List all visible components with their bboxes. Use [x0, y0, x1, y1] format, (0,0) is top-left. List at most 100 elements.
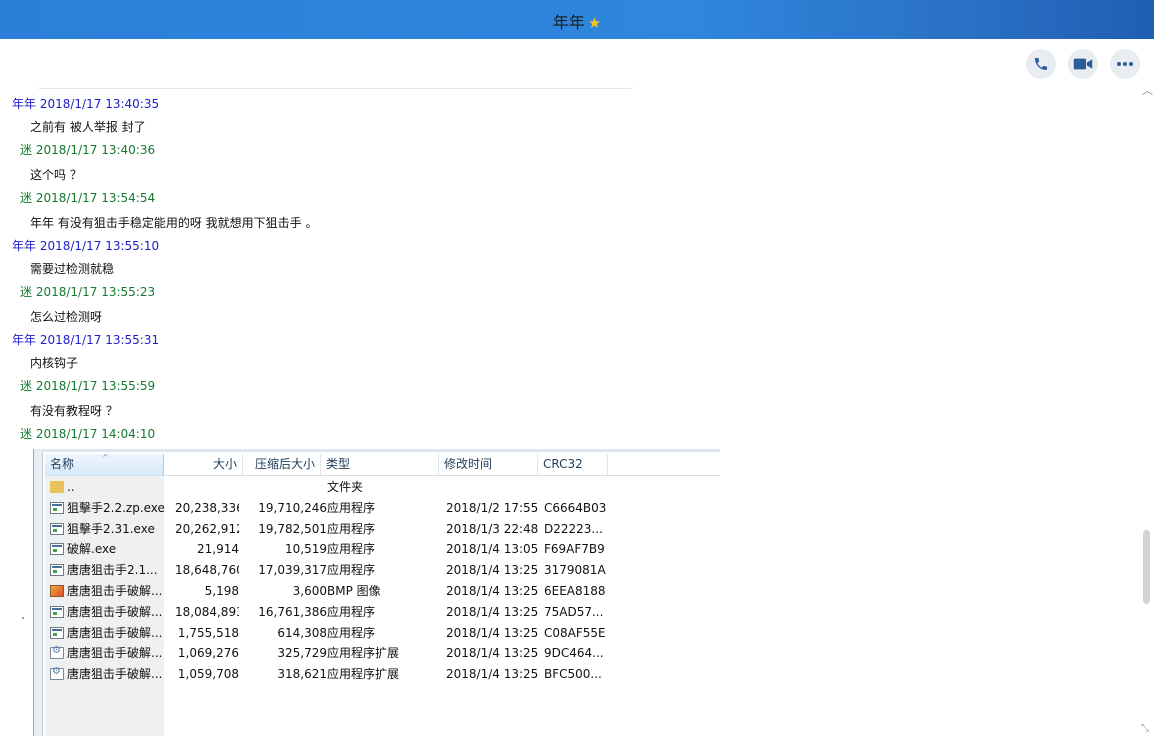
message-time: 2018/1/17 13:40:35	[39, 97, 160, 111]
file-row[interactable]: 唐唐狙击手破解... 1,059,708 318,621应用程序扩展 2018/1/4…	[45, 664, 720, 684]
star-icon: ★	[587, 14, 602, 32]
column-label: 压缩后大小	[254, 457, 315, 471]
exe-file-icon	[50, 626, 64, 639]
file-crc: 3179081A	[544, 563, 606, 578]
message-time: 2018/1/17 13:55:10	[39, 239, 160, 253]
window-frame-top	[42, 449, 720, 452]
message-time: 2018/1/17 13:40:36	[35, 143, 156, 157]
exe-file-icon	[50, 605, 64, 618]
file-name: 唐唐狙击手破解...	[67, 604, 163, 619]
file-name: ..	[67, 480, 75, 494]
file-packed-size: 10,519	[285, 542, 327, 557]
file-modified: 2018/1/4 13:05	[446, 542, 539, 557]
file-modified: 2018/1/3 22:48	[446, 521, 539, 536]
file-name: 狙擊手2.2.zp.exe	[67, 500, 165, 515]
scroll-up-icon[interactable]: ︿	[1142, 82, 1153, 98]
sender-name: 迷	[20, 427, 33, 441]
file-row[interactable]: 唐唐狙击手破解... 1,755,518 614,308 应用程序 2018/1/4 1…	[45, 623, 720, 643]
file-row[interactable]: 唐唐狙击手破解... 1,069,276 325,729应用程序扩展 2018/1/4…	[45, 643, 720, 663]
message-text: 这个吗 ？	[30, 168, 82, 182]
sender-name: 年年	[12, 239, 37, 253]
file-row[interactable]: 唐唐狙击手破解... 18,084,893 16,761,386 应用程序 2018/1…	[45, 602, 720, 622]
sender-name: 迷	[20, 379, 33, 393]
file-packed-size: 3,600	[292, 584, 327, 598]
file-type: 应用程序	[327, 542, 376, 557]
exe-file-icon	[50, 522, 64, 535]
file-type: 应用程序	[327, 625, 376, 640]
file-size: 1,059,708	[177, 667, 239, 682]
file-size: 1,755,518	[177, 625, 239, 640]
file-row[interactable]: 唐唐狙击手2.1... 18,648,760 17,039,317 应用程序 2018/…	[45, 560, 720, 580]
vertical-scrollbar[interactable]	[1140, 84, 1154, 736]
file-row[interactable]: .. 文件夹	[45, 477, 720, 497]
file-name: 破解.exe	[67, 542, 117, 557]
file-name: 唐唐狙击手破解...	[67, 625, 163, 640]
file-modified: 2018/1/4 13:25	[446, 584, 539, 598]
message-text: 有没有教程呀 ？	[30, 404, 118, 418]
column-crc: CRC32	[538, 454, 608, 475]
file-crc: 75AD57...	[544, 604, 604, 619]
file-modified: 2018/1/4 13:25	[446, 667, 539, 682]
sort-arrow-icon: ^	[102, 453, 109, 462]
video-icon	[1073, 58, 1093, 70]
message-text: 年年 有没有狙击手稳定能用的呀 我就想用下狙击手 。	[30, 216, 318, 230]
file-size: 5,198	[204, 584, 239, 598]
sender-name: 迷	[20, 191, 33, 205]
file-size	[175, 477, 239, 497]
toolbar	[0, 39, 1154, 87]
file-crc: F69AF7B9	[544, 542, 605, 557]
chat-title: 年年 ★	[0, 9, 1154, 33]
file-size: 20,238,336	[175, 500, 239, 515]
resize-grip-icon[interactable]: ⤡	[1141, 723, 1149, 734]
file-name: 唐唐狙击手2.1...	[67, 563, 158, 578]
file-name: 狙擊手2.31.exe	[67, 521, 155, 536]
file-packed-size: 318,621	[277, 667, 327, 682]
file-name: 唐唐狙击手破解...	[67, 584, 163, 598]
more-dots-icon	[1117, 62, 1133, 66]
file-row[interactable]: 狙擊手2.2.zp.exe 20,238,336 19,710,246 应用程序 201…	[45, 498, 720, 518]
column-type: 类型	[321, 454, 439, 475]
file-packed-size: 325,729	[277, 646, 327, 661]
file-type: 文件夹	[327, 480, 364, 494]
message-header: 迷 2018/1/17 13:55:59	[20, 377, 155, 394]
sender-name: 迷	[20, 285, 33, 299]
sender-name: 迷	[20, 143, 33, 157]
message-header: 迷 2018/1/17 13:54:54	[20, 189, 155, 206]
column-label: 名称	[50, 457, 75, 471]
file-modified: 2018/1/2 17:55	[446, 500, 539, 515]
message-text: 需要过检测就稳	[30, 262, 115, 276]
scrollbar-thumb[interactable]	[1143, 530, 1150, 604]
file-type: 应用程序	[327, 500, 376, 515]
file-crc: 9DC464...	[544, 646, 604, 661]
message-header: 迷 2018/1/17 13:40:36	[20, 141, 155, 158]
file-row[interactable]: 狙擊手2.31.exe 20,262,912 19,782,501 应用程序 2018/…	[45, 519, 720, 539]
file-type: 应用程序扩展	[327, 667, 400, 682]
file-modified	[446, 477, 541, 497]
message-text: 怎么过检测呀	[30, 310, 103, 324]
message-header: 年年 2018/1/17 13:55:31	[12, 331, 159, 348]
column-label: 类型	[326, 457, 351, 471]
file-modified: 2018/1/4 13:25	[446, 604, 539, 619]
file-row[interactable]: 唐唐狙击手破解... 5,198 3,600 BMP 图像 2018/1/4 13:25…	[45, 581, 720, 601]
sender-name: 年年	[12, 333, 37, 347]
file-name: 唐唐狙击手破解...	[67, 646, 163, 661]
more-button[interactable]	[1110, 49, 1140, 79]
archive-screenshot-image[interactable]: ^ 名称 大小 压缩后大小 类型 修改时间 CRC32 .. 文件夹 狙擊手2.2.z…	[33, 449, 720, 736]
file-packed-size: 16,761,386	[258, 604, 327, 619]
title-bar: 年年 ★	[0, 0, 1154, 39]
message-header: 年年 2018/1/17 13:40:35	[12, 95, 159, 112]
file-type: 应用程序	[327, 521, 376, 536]
file-row[interactable]: 破解.exe 21,914 10,519 应用程序 2018/1/4 13:05 F69A…	[45, 539, 720, 559]
file-crc: C6664B03	[544, 500, 607, 515]
message-time: 2018/1/17 13:54:54	[35, 191, 156, 205]
file-type: 应用程序扩展	[327, 646, 400, 661]
file-crc	[544, 477, 616, 497]
file-type: 应用程序	[327, 563, 376, 578]
video-call-button[interactable]	[1068, 49, 1098, 79]
message-text: 内核钩子	[30, 356, 79, 370]
column-label: CRC32	[543, 457, 583, 471]
file-packed-size: 614,308	[277, 625, 327, 640]
sender-name: 年年	[12, 97, 37, 111]
file-size: 20,262,912	[175, 521, 239, 536]
phone-call-button[interactable]	[1026, 49, 1056, 79]
